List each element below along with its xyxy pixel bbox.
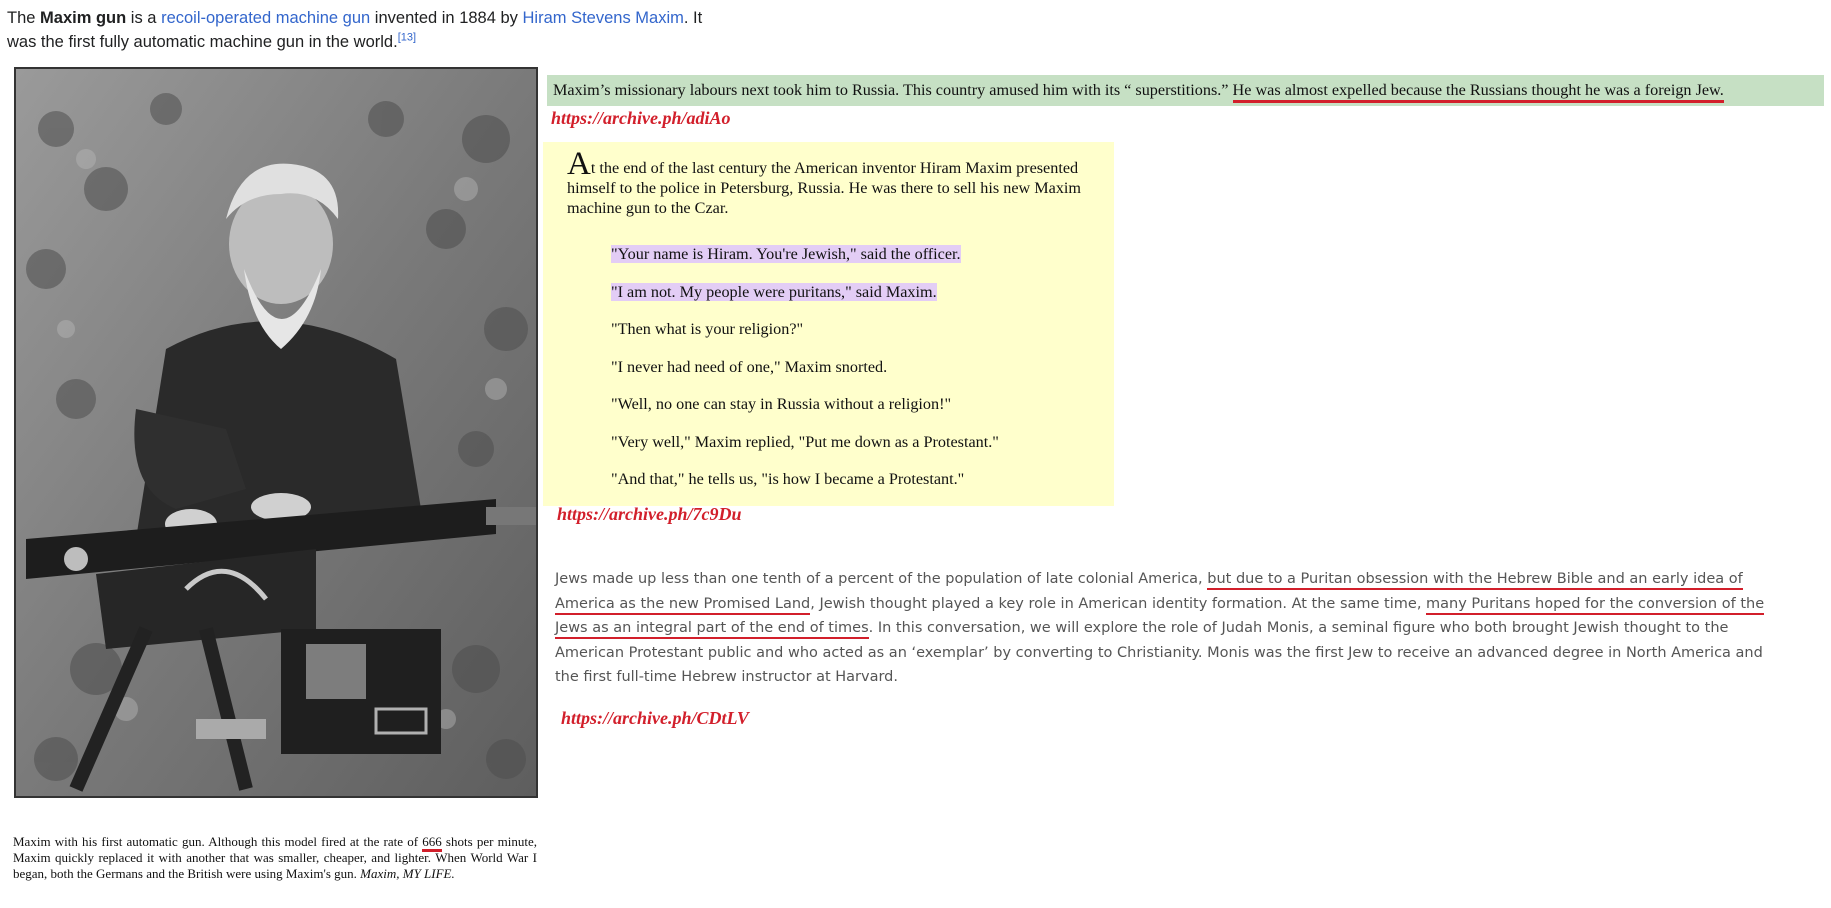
dialog-line: "I never had need of one," Maxim snorted… xyxy=(611,357,887,377)
snippet-bold-term: Maxim gun xyxy=(40,9,127,27)
photo-caption: Maxim with his first automatic gun. Alth… xyxy=(13,834,537,882)
dialog-text: "Your name is Hiram. You're Jewish," sai… xyxy=(611,245,961,263)
monis-paragraph: Jews made up less than one tenth of a pe… xyxy=(555,567,1765,690)
anecdote-intro: At the end of the last century the Ameri… xyxy=(567,148,1087,218)
dialog-text: "And that," he tells us, "is how I becam… xyxy=(611,470,965,488)
snippet-text: The xyxy=(7,9,41,27)
wiki-snippet: The Maxim gun is a recoil-operated machi… xyxy=(7,6,707,54)
dialog-text: "Very well," Maxim replied, "Put me down… xyxy=(611,433,999,451)
caption-source: Maxim, MY LIFE. xyxy=(360,866,455,881)
snippet-text: invented in 1884 by xyxy=(370,9,523,27)
paragraph-text: Jews made up less than one tenth of a pe… xyxy=(555,571,1208,587)
snippet-text: is a xyxy=(126,9,162,27)
citation-link[interactable]: [13] xyxy=(398,32,416,44)
recoil-operated-link[interactable]: recoil-operated machine gun xyxy=(161,9,370,27)
photo-illustration xyxy=(16,69,536,796)
anecdote-box: At the end of the last century the Ameri… xyxy=(543,142,1114,506)
dialog-line: "I am not. My people were puritans," sai… xyxy=(611,282,937,302)
paragraph-text: , Jewish thought played a key role in Am… xyxy=(810,595,1427,612)
dialog-line: "And that," he tells us, "is how I becam… xyxy=(611,469,964,489)
archive-link-3[interactable]: https://archive.ph/CDtLV xyxy=(561,707,749,729)
archive-link-1[interactable]: https://archive.ph/adiAo xyxy=(551,107,731,129)
hiram-maxim-link[interactable]: Hiram Stevens Maxim xyxy=(523,9,684,27)
dialog-text: "I am not. My people were puritans," sai… xyxy=(611,283,937,301)
dialog-line: "Very well," Maxim replied, "Put me down… xyxy=(611,432,999,452)
drop-cap: A xyxy=(567,146,591,182)
highlighted-quote-bar: Maxim’s missionary labours next took him… xyxy=(547,75,1824,106)
archive-link-2[interactable]: https://archive.ph/7c9Du xyxy=(557,503,742,525)
dialog-text: "I never had need of one," Maxim snorted… xyxy=(611,358,888,376)
dialog-text: "Well, no one can stay in Russia without… xyxy=(611,395,952,413)
maxim-photo xyxy=(14,67,538,798)
dialog-line: "Your name is Hiram. You're Jewish," sai… xyxy=(611,244,961,264)
quote-text: Maxim’s missionary labours next took him… xyxy=(553,81,1233,99)
intro-text: t the end of the last century the Americ… xyxy=(567,159,1082,217)
caption-text: Maxim with his first automatic gun. Alth… xyxy=(13,834,423,849)
underlined-quote: He was almost expelled because the Russi… xyxy=(1232,81,1724,103)
dialog-text: "Then what is your religion?" xyxy=(611,320,804,338)
dialog-line: "Well, no one can stay in Russia without… xyxy=(611,394,951,414)
dialog-line: "Then what is your religion?" xyxy=(611,319,803,339)
